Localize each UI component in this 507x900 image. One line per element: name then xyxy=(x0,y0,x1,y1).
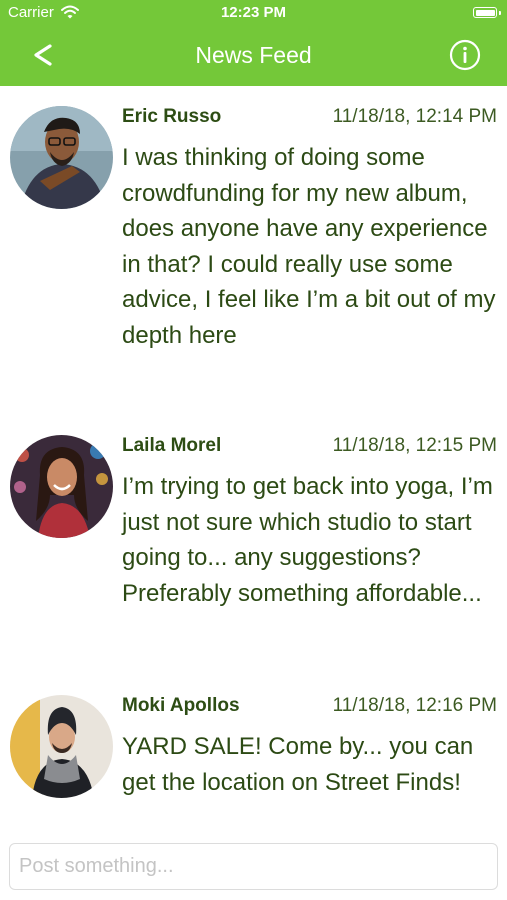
avatar-photo-moki xyxy=(10,695,113,798)
post-composer xyxy=(9,843,498,890)
post-author[interactable]: Moki Apollos xyxy=(122,695,240,717)
avatar[interactable] xyxy=(10,106,113,209)
post-timestamp: 11/18/18, 12:15 PM xyxy=(332,435,497,456)
post-input[interactable] xyxy=(10,844,497,889)
battery-icon xyxy=(473,7,501,18)
post-timestamp: 11/18/18, 12:14 PM xyxy=(332,106,497,127)
post-text: YARD SALE! Come by... you can get the lo… xyxy=(122,733,474,796)
post-text: I’m trying to get back into yoga, I’m ju… xyxy=(122,473,493,607)
post-author[interactable]: Eric Russo xyxy=(122,106,221,128)
info-icon[interactable] xyxy=(449,39,481,71)
post-author[interactable]: Laila Morel xyxy=(122,435,221,457)
navigation-bar: News Feed xyxy=(0,26,507,86)
post-text: I was thinking of doing some crowdfundin… xyxy=(122,144,496,349)
post-timestamp: 11/18/18, 12:16 PM xyxy=(332,695,497,716)
news-feed-list[interactable]: Eric Russo 11/18/18, 12:14 PM I was thin… xyxy=(0,86,507,836)
top-bar: Carrier 12:23 PM News Feed xyxy=(0,0,507,86)
feed-post[interactable]: Eric Russo 11/18/18, 12:14 PM I was thin… xyxy=(0,106,507,406)
feed-post[interactable]: Laila Morel 11/18/18, 12:15 PM I’m tryin… xyxy=(0,435,507,665)
avatar-photo-eric xyxy=(10,106,113,209)
avatar[interactable] xyxy=(10,695,113,798)
status-time: 12:23 PM xyxy=(220,4,287,21)
avatar-photo-laila xyxy=(10,435,113,538)
status-bar: Carrier 12:23 PM xyxy=(0,0,507,26)
page-title: News Feed xyxy=(195,42,312,68)
avatar[interactable] xyxy=(10,435,113,538)
feed-post[interactable]: Moki Apollos 11/18/18, 12:16 PM YARD SAL… xyxy=(0,695,507,836)
